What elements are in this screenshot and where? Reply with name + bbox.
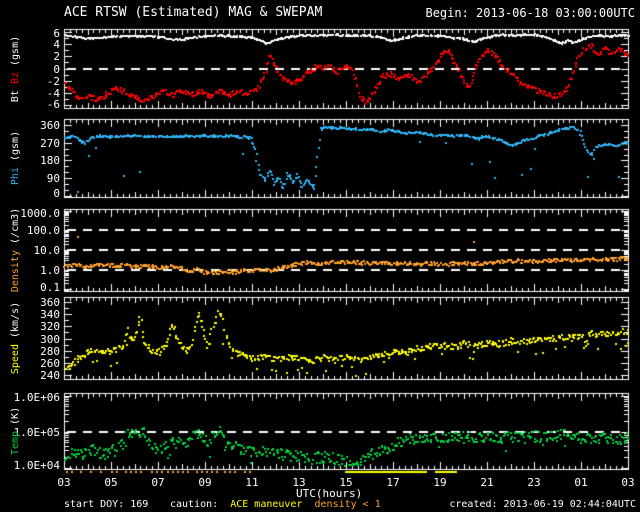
y-tick-label: 360 [40,119,60,132]
y-axis-title-part: Bt [10,84,21,103]
x-tick-label: 05 [104,476,118,489]
y-axis-title-part: Temp [10,424,21,456]
caution-label: caution: [170,499,219,510]
y-tick-label: 1.0E+06 [13,391,60,404]
created-timestamp: created: 2013-06-19 02:44:04UTC [449,499,636,510]
caution-note: caution: ACE maneuver density < 1 [170,499,381,510]
y-axis-title-part: (gsm) [10,130,21,162]
x-tick-label: 17 [386,476,400,489]
y-axis-title-part: (km/s) [10,301,21,338]
y-tick-label: 1.0E+04 [13,459,60,472]
y-axis-title-part: Bz [10,65,21,85]
y-axis-title-part: Density [10,243,21,293]
y-axis-title: Density (/cm3) [10,207,21,293]
x-tick-label: 03 [621,476,635,489]
ace-maneuver-label: ACE maneuver [230,499,303,510]
y-axis-title: Bt Bz (gsm) [10,35,21,103]
begin-timestamp: Begin: 2013-06-18 03:00:00UTC [425,6,635,20]
x-tick-label: 09 [198,476,212,489]
x-tick-label: 01 [574,476,588,489]
x-tick-label: 03 [57,476,71,489]
x-tick-label: 11 [245,476,259,489]
x-tick-label: 19 [433,476,447,489]
x-tick-label: 23 [527,476,541,489]
y-axis-title-part: (/cm3) [10,207,21,244]
x-tick-label: 21 [480,476,494,489]
y-axis-title: Phi (gsm) [10,130,21,186]
plot-canvas [0,0,640,512]
y-axis-title-part: (K) [10,406,21,425]
start-doy-label: start DOY: 169 [64,499,149,510]
y-axis-title-part: Speed [10,338,21,375]
low-density-label: density < 1 [314,499,381,510]
y-axis-title-part: Phi [10,161,21,186]
x-tick-label: 07 [151,476,165,489]
y-axis-title-part: (gsm) [10,35,21,66]
y-axis-title: Temp (K) [10,406,21,456]
y-axis-title: Speed (km/s) [10,301,21,375]
page-title: ACE RTSW (Estimated) MAG & SWEPAM [64,5,323,20]
y-tick-label: 0 [53,187,60,200]
ace-rtsw-plot: ACE RTSW (Estimated) MAG & SWEPAM Begin:… [0,0,640,512]
